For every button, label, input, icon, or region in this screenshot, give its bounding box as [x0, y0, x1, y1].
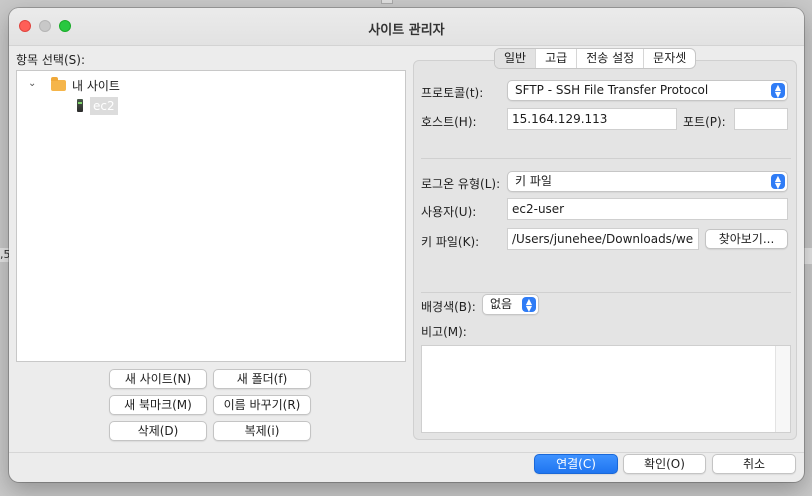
stepper-icon: ▲ ▼	[771, 83, 785, 99]
tree-item-my-sites[interactable]: 내 사이트	[72, 77, 120, 94]
port-input[interactable]	[734, 108, 788, 130]
background-window-handle	[381, 0, 393, 4]
site-manager-window: 사이트 관리자 항목 선택(S): ⌄ 내 사이트 ec2 새 사이트(N) 새…	[9, 8, 804, 482]
tree-item-ec2[interactable]: ec2	[90, 97, 118, 115]
logon-type-select[interactable]: 키 파일 ▲ ▼	[507, 171, 788, 192]
port-label: 포트(P):	[683, 115, 726, 129]
background-window-fragment-right	[804, 248, 812, 264]
folder-icon	[51, 77, 66, 91]
stepper-icon: ▲ ▼	[522, 297, 536, 313]
host-label: 호스트(H):	[421, 115, 477, 129]
select-entry-label: 항목 선택(S):	[16, 53, 85, 67]
connect-button[interactable]: 연결(C)	[534, 454, 618, 474]
site-tree[interactable]: ⌄ 내 사이트 ec2	[16, 70, 406, 362]
tab-charset[interactable]: 문자셋	[643, 49, 695, 68]
divider	[421, 158, 791, 159]
keyfile-label: 키 파일(K):	[421, 235, 480, 249]
protocol-select-value: SFTP - SSH File Transfer Protocol	[515, 83, 709, 97]
settings-tabs: 일반 고급 전송 설정 문자셋	[494, 48, 697, 69]
new-bookmark-button[interactable]: 새 북마크(M)	[109, 395, 207, 415]
ok-button[interactable]: 확인(O)	[623, 454, 706, 474]
logon-type-select-value: 키 파일	[515, 174, 552, 188]
titlebar: 사이트 관리자	[9, 8, 804, 46]
comments-scrollbar[interactable]	[775, 346, 790, 432]
bg-color-select-value: 없음	[490, 297, 513, 311]
rename-button[interactable]: 이름 바꾸기(R)	[213, 395, 311, 415]
footer-divider	[9, 452, 804, 453]
chevron-down-icon[interactable]: ⌄	[28, 78, 36, 89]
bg-color-select[interactable]: 없음 ▲ ▼	[482, 294, 539, 315]
logon-type-label: 로그온 유형(L):	[421, 177, 501, 191]
server-icon	[77, 99, 83, 112]
user-label: 사용자(U):	[421, 205, 477, 219]
tab-advanced[interactable]: 고급	[535, 49, 576, 68]
comments-label: 비고(M):	[421, 325, 467, 339]
tab-transfer-settings[interactable]: 전송 설정	[576, 49, 643, 68]
user-input[interactable]: ec2-user	[507, 198, 788, 220]
comments-textarea[interactable]	[421, 345, 791, 433]
bg-color-label: 배경색(B):	[421, 300, 476, 314]
tab-general[interactable]: 일반	[495, 49, 536, 68]
new-folder-button[interactable]: 새 폴더(f)	[213, 369, 311, 389]
stepper-icon: ▲ ▼	[771, 174, 785, 190]
protocol-label: 프로토콜(t):	[421, 86, 484, 100]
protocol-select[interactable]: SFTP - SSH File Transfer Protocol ▲ ▼	[507, 80, 788, 101]
window-title: 사이트 관리자	[368, 23, 445, 38]
browse-button[interactable]: 찾아보기...	[705, 229, 788, 249]
delete-button[interactable]: 삭제(D)	[109, 421, 207, 441]
duplicate-button[interactable]: 복제(i)	[213, 421, 311, 441]
divider	[421, 292, 791, 293]
keyfile-input[interactable]: /Users/junehee/Downloads/we	[507, 228, 699, 250]
host-input[interactable]: 15.164.129.113	[507, 108, 677, 130]
new-site-button[interactable]: 새 사이트(N)	[109, 369, 207, 389]
cancel-button[interactable]: 취소	[712, 454, 796, 474]
